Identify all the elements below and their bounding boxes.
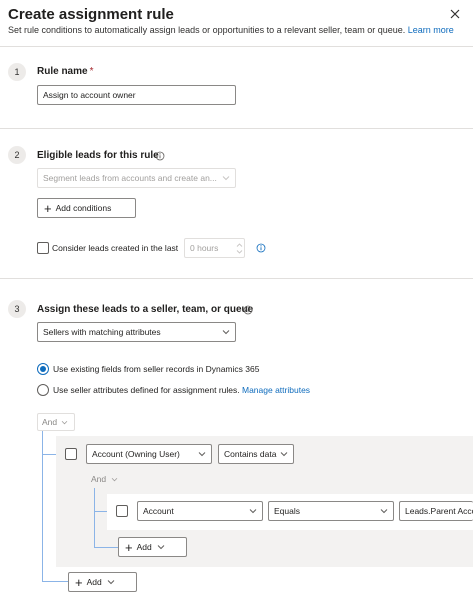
step-2-badge: 2 — [8, 146, 26, 164]
eligible-leads-label: Eligible leads for this rule — [37, 150, 159, 161]
step-1-badge: 1 — [8, 63, 26, 81]
chevron-down-icon — [222, 176, 230, 181]
info-icon[interactable] — [155, 151, 165, 161]
add-inner-button[interactable]: + Add — [118, 537, 187, 557]
subtitle-text: Set rule conditions to automatically ass… — [8, 25, 406, 35]
chevron-down-icon — [249, 509, 257, 514]
required-mark: * — [89, 66, 94, 77]
condition2-value: Leads.Parent Account — [405, 506, 473, 516]
add-conditions-label: Add conditions — [55, 203, 112, 213]
radio-seller-attributes-text: Use seller attributes defined for assign… — [53, 385, 240, 395]
seller-type-dropdown[interactable]: Sellers with matching attributes — [37, 322, 236, 342]
tree-branch-add-outer — [42, 581, 68, 582]
manage-attributes-link[interactable]: Manage attributes — [242, 385, 310, 395]
condition2-field-dropdown[interactable]: Account — [137, 501, 263, 521]
and-operator-outer[interactable]: And — [37, 413, 75, 431]
radio-seller-attributes[interactable] — [37, 384, 49, 396]
and-outer-label: And — [42, 417, 58, 427]
condition2-value-input[interactable]: Leads.Parent Account — [399, 501, 473, 521]
consider-leads-checkbox[interactable] — [37, 242, 49, 254]
hours-input[interactable]: 0 hours — [184, 238, 245, 258]
add-outer-label: Add — [86, 577, 102, 587]
hours-placeholder: 0 hours — [190, 243, 219, 253]
radio-existing-fields[interactable] — [37, 363, 49, 375]
segment-dropdown-placeholder: Segment leads from accounts and create a… — [43, 173, 217, 183]
condition2-checkbox[interactable] — [116, 505, 128, 517]
spinner-icon[interactable] — [236, 242, 243, 255]
chevron-down-icon — [157, 545, 165, 550]
tree-branch-group — [42, 454, 56, 455]
segment-dropdown[interactable]: Segment leads from accounts and create a… — [37, 168, 236, 188]
rule-name-input[interactable]: Assign to account owner — [37, 85, 236, 105]
add-inner-label: Add — [136, 542, 152, 552]
condition1-operator-value: Contains data — [224, 449, 277, 459]
condition1-field-dropdown[interactable]: Account (Owning User) — [86, 444, 212, 464]
chevron-down-icon — [61, 420, 68, 424]
plus-icon: + — [44, 200, 52, 216]
rule-name-label-text: Rule name — [37, 66, 88, 77]
chevron-down-icon — [380, 509, 388, 514]
condition-group-checkbox[interactable] — [65, 448, 77, 460]
header-divider — [0, 46, 473, 47]
and-inner-label: And — [91, 474, 107, 484]
dialog-subtitle: Set rule conditions to automatically ass… — [8, 25, 454, 35]
chevron-down-icon — [111, 477, 118, 481]
chevron-down-icon — [222, 330, 230, 335]
dialog-title: Create assignment rule — [8, 6, 174, 23]
and-operator-inner[interactable]: And — [91, 472, 118, 486]
section-divider-2 — [0, 278, 473, 279]
add-conditions-button[interactable]: + Add conditions — [37, 198, 136, 218]
seller-type-value: Sellers with matching attributes — [43, 327, 161, 337]
radio-seller-attributes-label: Use seller attributes defined for assign… — [53, 385, 310, 395]
info-icon-hours[interactable] — [256, 243, 266, 253]
learn-more-link[interactable]: Learn more — [408, 25, 454, 35]
condition1-operator-dropdown[interactable]: Contains data — [218, 444, 294, 464]
rule-name-label: Rule name * — [37, 66, 93, 77]
consider-leads-label: Consider leads created in the last — [52, 243, 179, 253]
radio-existing-fields-label: Use existing fields from seller records … — [53, 364, 260, 374]
condition2-operator-dropdown[interactable]: Equals — [268, 501, 394, 521]
add-outer-button[interactable]: + Add — [68, 572, 137, 592]
chevron-down-icon — [107, 580, 115, 585]
close-icon[interactable] — [447, 6, 463, 22]
info-icon-assign[interactable] — [243, 305, 253, 315]
chevron-down-icon — [280, 452, 288, 457]
assign-leads-label: Assign these leads to a seller, team, or… — [37, 304, 254, 315]
condition2-operator-value: Equals — [274, 506, 300, 516]
chevron-down-icon — [198, 452, 206, 457]
plus-icon: + — [125, 539, 133, 555]
tree-branch-add-inner — [94, 547, 118, 548]
section-divider-1 — [0, 128, 473, 129]
condition2-field-value: Account — [143, 506, 174, 516]
rule-name-value: Assign to account owner — [43, 90, 136, 100]
step-3-badge: 3 — [8, 300, 26, 318]
condition1-field-value: Account (Owning User) — [92, 449, 180, 459]
tree-branch-condition2 — [94, 511, 107, 512]
plus-icon: + — [75, 574, 83, 590]
tree-line-inner — [94, 488, 95, 547]
